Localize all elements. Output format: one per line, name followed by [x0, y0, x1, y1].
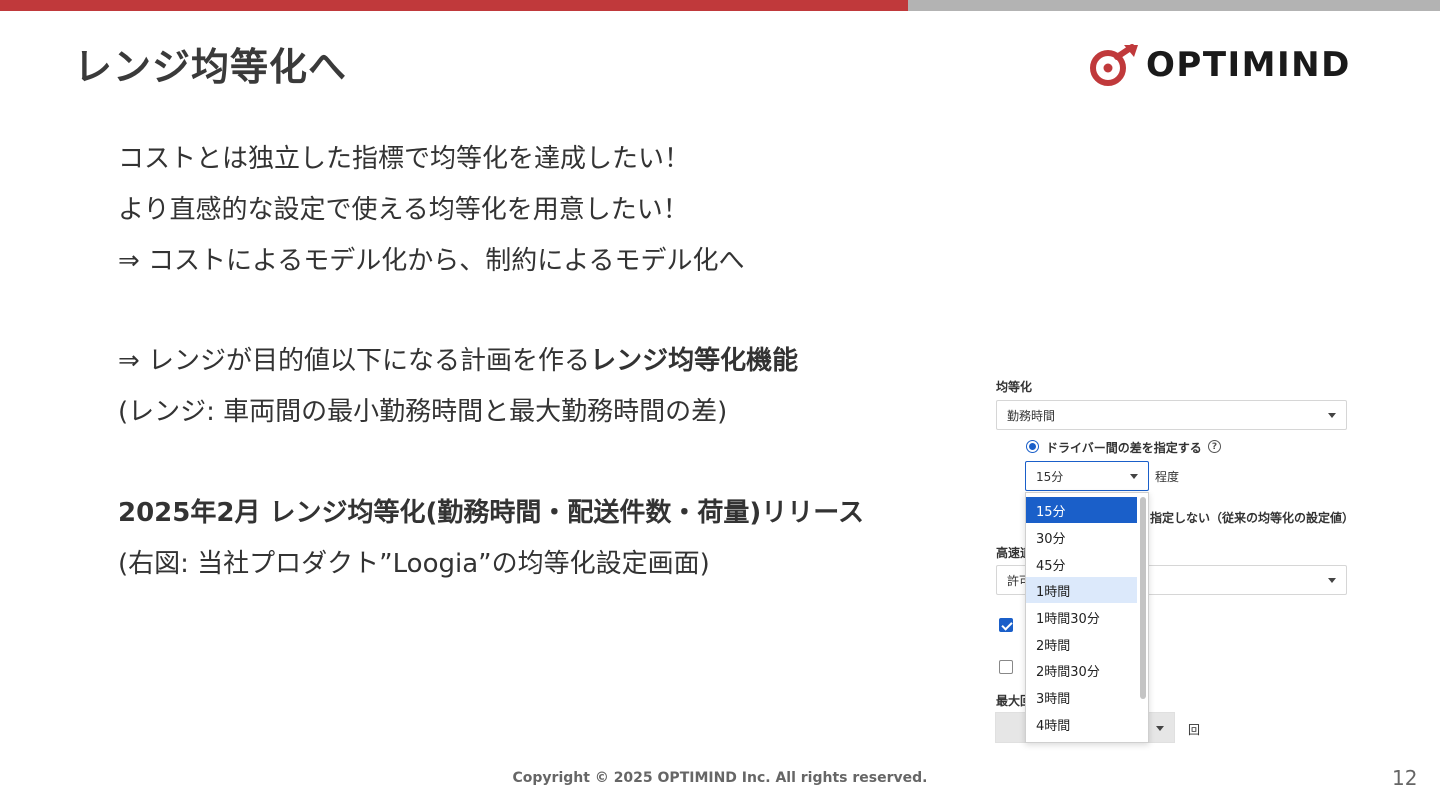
body-line-3: ⇒ コストによるモデル化から、制約によるモデル化へ: [118, 246, 745, 276]
metric-select[interactable]: 勤務時間: [996, 400, 1347, 430]
radio-not-specified-label: 指定しない（従来の均等化の設定値）: [1150, 511, 1355, 525]
dropdown-option[interactable]: 2時間30分: [1026, 657, 1137, 683]
copyright-footer: Copyright © 2025 OPTIMIND Inc. All right…: [512, 770, 928, 786]
chevron-down-icon: [1328, 413, 1336, 418]
metric-select-value: 勤務時間: [1007, 408, 1056, 423]
body-line-2: より直感的な設定で使える均等化を用意したい！: [118, 195, 689, 225]
diff-suffix: 程度: [1155, 470, 1180, 484]
chevron-down-icon: [1328, 578, 1336, 583]
dropdown-option[interactable]: 1時間30分: [1026, 604, 1137, 630]
dropdown-option[interactable]: 1時間: [1026, 577, 1137, 603]
body-line-1: コストとは独立した指標で均等化を達成したい！: [118, 144, 691, 174]
slide-title: レンジ均等化へ: [74, 45, 348, 89]
dropdown-option[interactable]: 45分: [1026, 551, 1137, 577]
body-line-release: 2025年2月 レンジ均等化(勤務時間・配送件数・荷量)リリース: [118, 498, 864, 528]
count-suffix: 回: [1188, 723, 1201, 737]
dropdown-option[interactable]: 4時間: [1026, 711, 1137, 737]
dropdown-option[interactable]: 2時間: [1026, 631, 1137, 657]
feature-name: レンジ均等化機能: [590, 346, 799, 376]
body-line-feature: ⇒ レンジが目的値以下になる計画を作るレンジ均等化機能: [118, 348, 798, 374]
feature-prefix: ⇒ レンジが目的値以下になる計画を作る: [118, 346, 591, 376]
top-accent-bar-red: [0, 0, 908, 11]
diff-dropdown-menu[interactable]: 15分 30分 45分 1時間 1時間30分 2時間 2時間30分 3時間 4時…: [1025, 492, 1149, 743]
optimind-logo: OPTIMIND: [1086, 42, 1351, 88]
optimind-logo-icon: [1090, 44, 1138, 86]
diff-select-value: 15分: [1036, 469, 1064, 484]
diff-select[interactable]: 15分: [1025, 461, 1149, 491]
dropdown-option[interactable]: 30分: [1026, 524, 1137, 550]
body-line-range-def: (レンジ: 車両間の最小勤務時間と最大勤務時間の差): [118, 397, 728, 427]
checkbox-unchecked[interactable]: [999, 660, 1013, 674]
dropdown-option[interactable]: 15分: [1026, 497, 1137, 523]
page-number: 12: [1392, 766, 1418, 790]
body-line-caption: (右図: 当社プロダクト”Loogia”の均等化設定画面): [118, 549, 710, 579]
top-accent-bar-gray: [908, 0, 1440, 11]
dropdown-option[interactable]: 3時間: [1026, 684, 1137, 710]
help-icon[interactable]: ?: [1208, 440, 1221, 453]
logo-wordmark: OPTIMIND: [1146, 45, 1351, 85]
radio-diff-specified[interactable]: [1026, 440, 1039, 453]
dropdown-scrollbar[interactable]: [1140, 497, 1146, 699]
chevron-down-icon: [1156, 726, 1164, 731]
chevron-down-icon: [1130, 474, 1138, 479]
radio-diff-specified-label: ドライバー間の差を指定する: [1046, 441, 1202, 455]
checkbox-checked[interactable]: [999, 618, 1013, 632]
equalization-section-label: 均等化: [996, 380, 1033, 394]
